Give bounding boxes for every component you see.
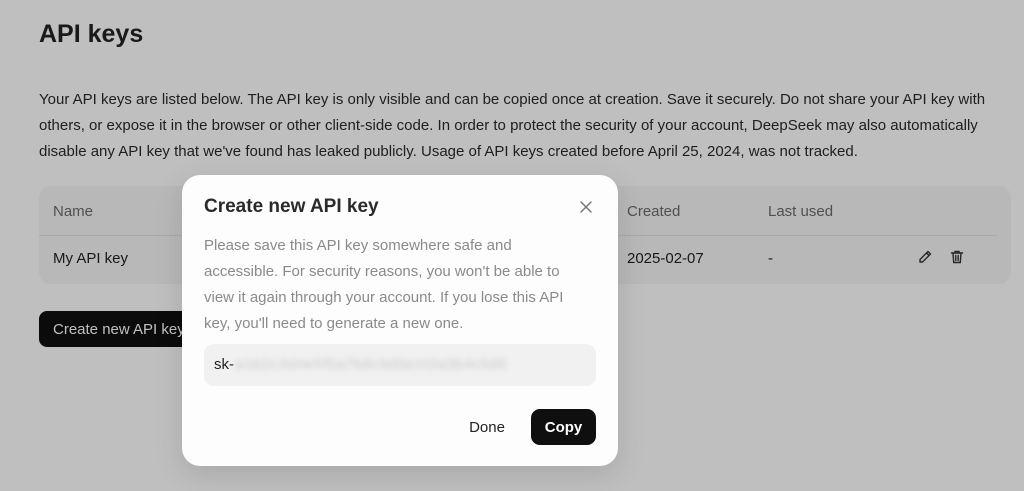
close-icon[interactable]	[578, 199, 594, 215]
api-key-masked-value: a1b2c3d4e5f6a7b8c9d0e1f2a3b4c5d6	[235, 356, 508, 373]
copy-button[interactable]: Copy	[531, 409, 596, 445]
api-key-field[interactable]: sk- a1b2c3d4e5f6a7b8c9d0e1f2a3b4c5d6	[204, 344, 596, 386]
dialog-title: Create new API key	[204, 196, 379, 217]
create-api-key-dialog: Create new API key Please save this API …	[182, 175, 618, 466]
api-key-prefix: sk-	[214, 356, 234, 373]
dialog-message: Please save this API key somewhere safe …	[204, 237, 564, 332]
done-button[interactable]: Done	[452, 409, 522, 445]
